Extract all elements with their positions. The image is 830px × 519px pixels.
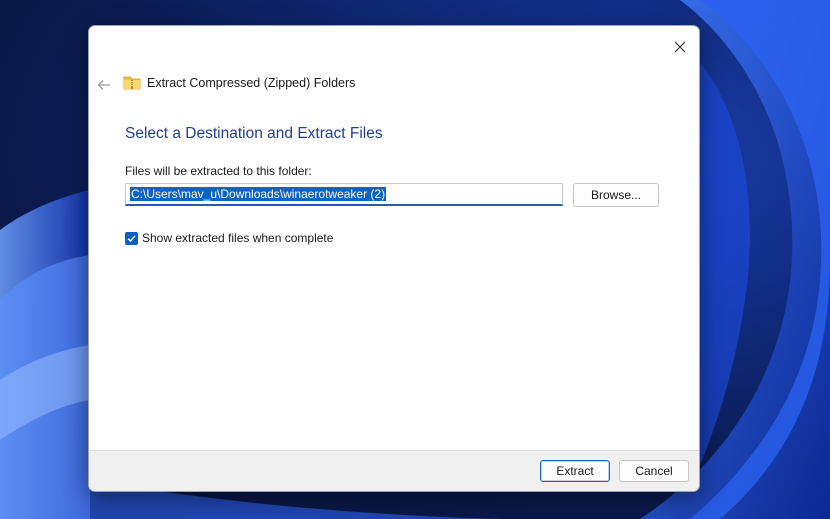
back-arrow-icon <box>97 80 110 90</box>
checkmark-icon <box>127 234 136 242</box>
page-heading: Select a Destination and Extract Files <box>125 125 383 142</box>
close-icon <box>674 41 686 53</box>
wizard-title-row: Extract Compressed (Zipped) Folders <box>123 75 355 90</box>
back-button[interactable] <box>93 74 115 96</box>
window-title: Extract Compressed (Zipped) Folders <box>147 75 356 90</box>
extract-dialog: Extract Compressed (Zipped) Folders Sele… <box>88 25 700 492</box>
show-files-option[interactable]: Show extracted files when complete <box>125 231 333 245</box>
dialog-footer: Extract Cancel <box>89 450 699 491</box>
show-files-checkbox[interactable] <box>125 231 138 245</box>
destination-path-value: C:\Users\mav_u\Downloads\winaerotweaker … <box>130 187 387 201</box>
close-button[interactable] <box>665 34 695 60</box>
extract-button[interactable]: Extract <box>540 460 610 482</box>
cancel-button[interactable]: Cancel <box>619 460 689 482</box>
desktop-wallpaper: Extract Compressed (Zipped) Folders Sele… <box>0 0 830 519</box>
show-files-label: Show extracted files when complete <box>142 231 334 245</box>
destination-path-input[interactable]: C:\Users\mav_u\Downloads\winaerotweaker … <box>125 183 563 206</box>
zip-folder-icon <box>123 75 141 90</box>
destination-label: Files will be extracted to this folder: <box>125 164 312 178</box>
browse-button[interactable]: Browse... <box>573 183 659 207</box>
